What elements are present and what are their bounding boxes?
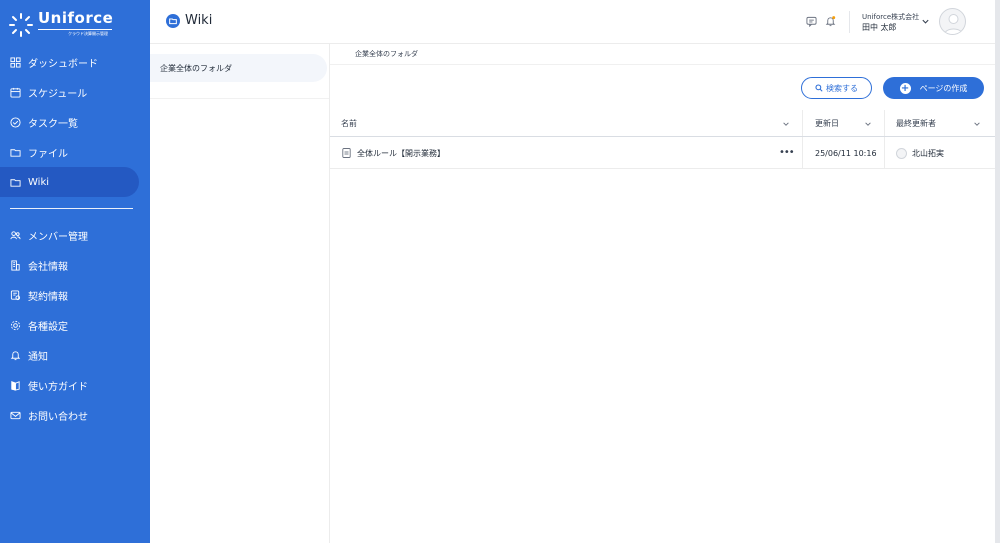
sidebar-item-files[interactable]: ファイル	[0, 137, 150, 167]
column-header-updated[interactable]: 更新日	[815, 110, 839, 137]
chevron-down-icon[interactable]	[921, 17, 930, 26]
page-title-text: Wiki	[185, 13, 213, 28]
sidebar-item-label: 会社情報	[28, 261, 68, 273]
sidebar-item-label: Wiki	[28, 176, 50, 188]
search-button-label: 検索する	[826, 83, 858, 93]
row-updater: 北山拓実	[912, 148, 944, 158]
sidebar-item-label: 使い方ガイド	[28, 381, 88, 393]
calendar-icon	[10, 87, 21, 98]
document-icon	[342, 148, 351, 158]
logo-mark-icon	[9, 13, 33, 37]
bell-icon[interactable]	[825, 16, 836, 27]
logo-underline	[38, 29, 112, 30]
mail-icon	[10, 411, 21, 419]
row-name-cell: 全体ルール【開示業務】	[342, 137, 445, 169]
sidebar-item-label: 通知	[28, 351, 48, 363]
sidebar: Uniforce クラウド決算開示管理 ダッシュボード スケジュール タスク一覧…	[0, 0, 150, 543]
column-header-name[interactable]: 名前	[341, 110, 357, 137]
row-updated: 25/06/11 10:16	[815, 148, 877, 158]
wiki-table: 名前 更新日 最終更新者 全体ルール【開示業務】 ••• 25/06/11 10…	[330, 110, 995, 169]
create-page-button[interactable]: + ページの作成	[883, 77, 984, 99]
sidebar-item-company[interactable]: 会社情報	[0, 250, 150, 280]
book-icon	[11, 380, 20, 391]
sidebar-item-label: ファイル	[28, 148, 68, 160]
chat-icon[interactable]	[806, 16, 817, 27]
breadcrumb[interactable]: 企業全体のフォルダ	[355, 49, 418, 59]
row-updated-cell: 25/06/11 10:16	[815, 137, 877, 169]
sidebar-item-tasks[interactable]: タスク一覧	[0, 107, 150, 137]
sidebar-item-label: メンバー管理	[28, 231, 88, 243]
top-header: Wiki Uniforce株式会社 田中 太郎	[150, 0, 995, 44]
chevron-down-icon[interactable]	[782, 120, 790, 128]
sidebar-item-dashboard[interactable]: ダッシュボード	[0, 47, 150, 77]
plus-icon: +	[899, 82, 911, 94]
column-header-updater[interactable]: 最終更新者	[896, 110, 936, 137]
column-header-label: 最終更新者	[896, 119, 936, 128]
folder-icon	[10, 148, 21, 157]
brand-tagline: クラウド決算開示管理	[68, 31, 108, 36]
users-icon	[10, 230, 21, 239]
sidebar-item-label: 各種設定	[28, 321, 68, 333]
sidebar-item-contact[interactable]: お問い合わせ	[0, 400, 150, 430]
sidebar-divider	[10, 208, 133, 209]
building-icon	[11, 259, 20, 271]
avatar[interactable]	[939, 8, 966, 35]
sidebar-item-label: お問い合わせ	[28, 411, 88, 423]
bell-icon	[10, 350, 21, 360]
search-icon	[815, 84, 823, 92]
sidebar-item-schedule[interactable]: スケジュール	[0, 77, 150, 107]
contract-icon	[10, 289, 21, 300]
table-header: 名前 更新日 最終更新者	[330, 110, 995, 137]
wiki-folder-icon	[166, 13, 180, 28]
header-divider	[849, 11, 850, 33]
folder-icon	[10, 178, 21, 187]
user-name: 田中 太郎	[862, 23, 897, 32]
company-name: Uniforce株式会社	[862, 13, 920, 21]
chevron-down-icon[interactable]	[864, 120, 872, 128]
sidebar-item-label: スケジュール	[28, 88, 88, 100]
column-header-label: 名前	[341, 119, 357, 128]
table-row[interactable]: 全体ルール【開示業務】 ••• 25/06/11 10:16 北山拓実	[330, 137, 995, 169]
sidebar-nav: ダッシュボード スケジュール タスク一覧 ファイル Wiki メンバー管理 会社…	[0, 47, 150, 430]
sidebar-item-notifications[interactable]: 通知	[0, 340, 150, 370]
check-circle-icon	[10, 116, 21, 128]
sidebar-item-label: 契約情報	[28, 291, 68, 303]
folder-divider	[150, 98, 329, 99]
breadcrumb-divider	[330, 64, 995, 65]
folder-item[interactable]: 企業全体のフォルダ	[150, 54, 327, 82]
row-updater-cell: 北山拓実	[896, 137, 944, 169]
search-button[interactable]: 検索する	[801, 77, 872, 99]
sidebar-item-guide[interactable]: 使い方ガイド	[0, 370, 150, 400]
column-header-label: 更新日	[815, 119, 839, 128]
gear-icon	[10, 320, 21, 330]
create-page-label: ページの作成	[919, 83, 968, 93]
brand-name: Uniforce	[38, 9, 114, 27]
brand-logo[interactable]: Uniforce クラウド決算開示管理	[8, 9, 138, 39]
sidebar-item-label: ダッシュボード	[28, 58, 98, 70]
row-name[interactable]: 全体ルール【開示業務】	[357, 148, 445, 159]
page-title: Wiki	[166, 13, 212, 28]
sidebar-item-members[interactable]: メンバー管理	[0, 220, 150, 250]
sidebar-item-settings[interactable]: 各種設定	[0, 310, 150, 340]
avatar	[896, 147, 907, 159]
grid-icon	[10, 56, 21, 68]
more-options-icon[interactable]: •••	[779, 147, 795, 158]
folder-panel: 企業全体のフォルダ	[150, 44, 330, 543]
scrollbar-track[interactable]	[995, 0, 1000, 543]
sidebar-item-label: タスク一覧	[28, 118, 78, 130]
chevron-down-icon[interactable]	[973, 120, 981, 128]
sidebar-item-wiki[interactable]: Wiki	[0, 167, 139, 197]
sidebar-item-contract[interactable]: 契約情報	[0, 280, 150, 310]
